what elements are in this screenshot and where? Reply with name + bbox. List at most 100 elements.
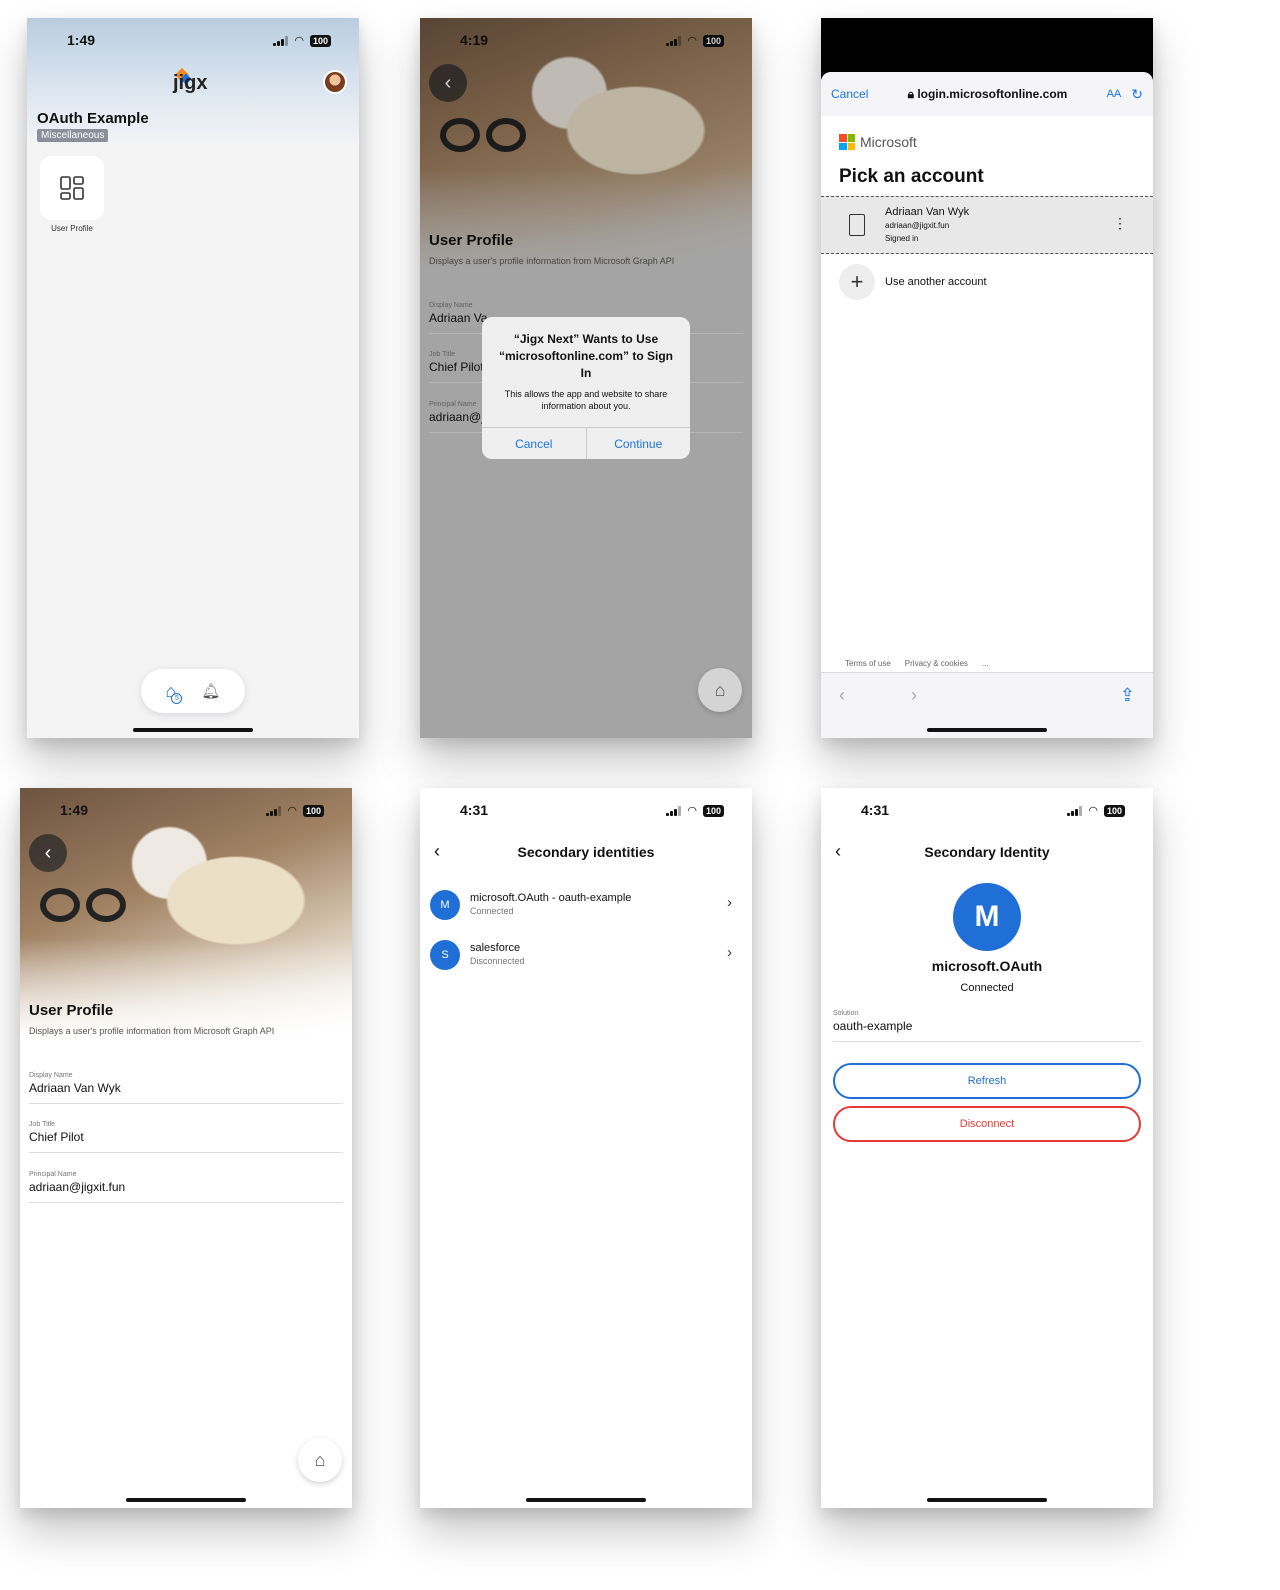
browser-cancel-button[interactable]: Cancel (831, 87, 868, 101)
principal-name-field: Principal Name adriaan@jigxit.fun (29, 1171, 343, 1203)
identity-name: salesforce (470, 942, 521, 954)
page-subtitle: Displays a user's profile information fr… (29, 1026, 275, 1036)
identity-name: microsoft.OAuth - oauth-example (470, 892, 632, 904)
solution-field: Solution oauth-example (833, 1010, 1141, 1042)
battery-icon: 100 (1103, 804, 1125, 817)
wifi-icon: ◠ (294, 35, 304, 47)
status-time: 4:31 (460, 802, 489, 818)
badge-icon (849, 214, 865, 236)
page-title: User Profile (29, 1002, 114, 1019)
privacy-link[interactable]: Privacy & cookies (905, 659, 968, 668)
wifi-icon: ◠ (287, 805, 297, 817)
pick-account-heading: Pick an account (839, 166, 984, 187)
home-tab-icon[interactable]: ⌂ 5 (166, 681, 183, 704)
reload-icon[interactable]: ↻ (1131, 86, 1143, 103)
home-indicator (133, 728, 253, 732)
phone-secondary-identity: 4:31 ◠ 100 ‹ Secondary Identity M microso… (821, 788, 1153, 1508)
signal-icon (266, 805, 282, 816)
list-item[interactable]: M microsoft.OAuth - oauth-example Connec… (420, 883, 752, 927)
wifi-icon: ◠ (1088, 805, 1098, 817)
status-time: 1:49 (60, 802, 89, 818)
dialog-title: “Jigx Next” Wants to Use “microsoftonlin… (498, 332, 673, 380)
disconnect-button[interactable]: Disconnect (833, 1106, 1141, 1142)
status-time: 4:31 (861, 802, 890, 818)
dashboard-icon (60, 176, 84, 200)
footer-links: Terms of use Privacy & cookies ... (845, 659, 989, 668)
dialog-message: This allows the app and website to share… (504, 389, 668, 411)
phone-user-profile: 1:49 ◠ 100 ‹ User Profile Displays a user… (20, 788, 352, 1508)
category-badge: Miscellaneous (37, 129, 109, 142)
identity-avatar: M (953, 883, 1021, 951)
status-bar: 1:49 ◠ 100 (27, 32, 359, 50)
home-indicator (927, 1498, 1047, 1502)
text-size-button[interactable]: AA (1107, 88, 1122, 100)
phone-account-picker: Cancel 🔒︎ login.microsoftonline.com AA ↻… (821, 18, 1153, 738)
job-title-field: Job Title Chief Pilot (29, 1121, 343, 1153)
home-indicator (126, 1498, 246, 1502)
browser-sheet: Cancel 🔒︎ login.microsoftonline.com AA ↻… (821, 72, 1153, 738)
identity-avatar: M (430, 890, 460, 920)
account-name: Adriaan Van Wyk (885, 206, 970, 218)
phone-secondary-identities: 4:31 ◠ 100 ‹ Secondary identities M micro… (420, 788, 752, 1508)
app-title: OAuth Example (37, 110, 149, 127)
signal-icon (1067, 805, 1083, 816)
plus-icon: + (839, 264, 875, 300)
status-bar: 4:31 ◠ 100 (821, 802, 1153, 820)
microsoft-grid-icon (839, 134, 855, 150)
home-indicator (526, 1498, 646, 1502)
url-text[interactable]: 🔒︎ login.microsoftonline.com (868, 87, 1106, 102)
home-indicator (927, 728, 1047, 732)
bell-icon[interactable]: 🔔︎ (201, 682, 220, 700)
battery-icon: 100 (302, 804, 324, 817)
battery-icon: 100 (309, 34, 331, 47)
dialog-continue-button[interactable]: Continue (585, 428, 691, 459)
account-row[interactable]: Adriaan Van Wyk adriaan@jigxit.fun Signe… (821, 196, 1153, 254)
signal-icon (273, 35, 289, 46)
brand-logo: jigx (173, 72, 208, 94)
identity-status: Connected (960, 982, 1014, 994)
share-icon[interactable]: ⇪ (1120, 685, 1135, 706)
status-time: 1:49 (67, 32, 96, 48)
user-profile-tile[interactable] (40, 156, 104, 220)
display-name-field: Display Name Adriaan Van Wyk (29, 1072, 343, 1104)
signin-dialog: “Jigx Next” Wants to Use “microsoftonlin… (482, 317, 690, 459)
tile-label: User Profile (51, 224, 93, 233)
back-button[interactable]: ‹ (29, 834, 67, 872)
avatar[interactable] (323, 70, 347, 94)
home-fab[interactable]: ⌂ (698, 668, 742, 712)
forward-arrow-icon[interactable]: › (911, 685, 917, 706)
home-icon: ⌂ (714, 679, 726, 700)
wifi-icon: ◠ (687, 805, 697, 817)
home-fab[interactable]: ⌂ (298, 1438, 342, 1482)
identity-status: Connected (470, 906, 514, 916)
status-bar: 1:49 ◠ 100 (20, 802, 352, 820)
account-email: adriaan@jigxit.fun (885, 221, 950, 230)
url-bar: Cancel 🔒︎ login.microsoftonline.com AA ↻ (821, 72, 1153, 116)
back-arrow-icon[interactable]: ‹ (839, 685, 845, 706)
terms-link[interactable]: Terms of use (845, 659, 891, 668)
more-options-icon[interactable]: ⋮ (1113, 215, 1127, 232)
list-item[interactable]: S salesforce Disconnected › (420, 933, 752, 977)
refresh-button[interactable]: Refresh (833, 1063, 1141, 1099)
tab-bar: ⌂ 5 🔔︎ (141, 669, 245, 713)
phone-signin-prompt: 4:19 ◠ 100 ‹ User Profile Displays a user… (420, 18, 752, 738)
page-title: Secondary Identity (924, 844, 1050, 860)
identity-status: Disconnected (470, 956, 525, 966)
account-status: Signed in (885, 234, 919, 243)
identity-name: microsoft.OAuth (931, 958, 1043, 974)
home-icon: ⌂ (314, 1449, 326, 1470)
chevron-right-icon: › (727, 894, 732, 911)
chevron-right-icon: › (727, 944, 732, 961)
microsoft-logo: Microsoft (839, 134, 917, 150)
page-title: Secondary identities (517, 844, 655, 860)
phone-home-screen: 1:49 ◠ 100 jigx OAuth Example Miscellaneo… (27, 18, 359, 738)
signal-icon (666, 805, 682, 816)
glasses-illustration (40, 888, 130, 928)
more-footer-link[interactable]: ... (982, 659, 989, 668)
use-another-account[interactable]: + Use another account (839, 264, 987, 300)
battery-icon: 100 (702, 804, 724, 817)
identity-avatar: S (430, 940, 460, 970)
dialog-cancel-button[interactable]: Cancel (482, 428, 586, 459)
chevron-left-icon: ‹ (44, 841, 52, 864)
lock-icon: 🔒︎ (907, 86, 918, 101)
